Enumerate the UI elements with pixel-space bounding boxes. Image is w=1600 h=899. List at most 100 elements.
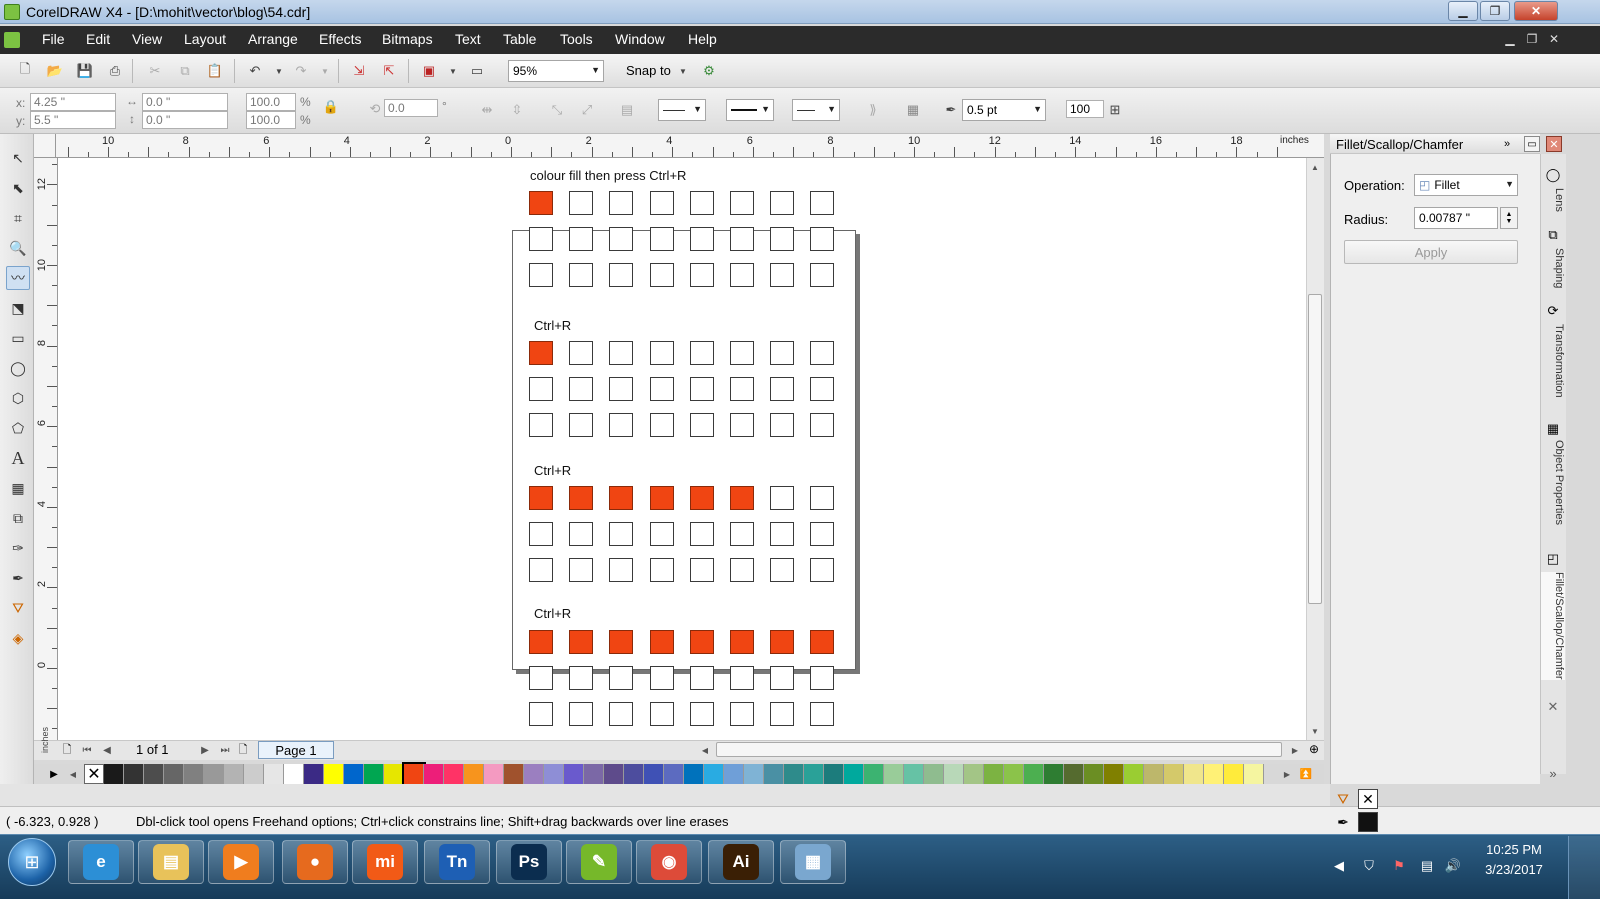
table-tool-icon[interactable]: ▦ [6,476,30,500]
scale-width-field[interactable]: 100.0 [246,93,296,111]
mirror-horizontal-icon[interactable]: ⇹ [476,99,498,121]
text-wrap-icon[interactable]: ▦ [902,99,924,121]
outline-tool-icon[interactable]: ✒ [6,566,30,590]
menu-table[interactable]: Table [501,31,538,47]
taskbar-calculator-button[interactable]: ▦ [780,840,846,884]
grid-square[interactable] [649,227,674,251]
doc-minimize-icon[interactable]: ▁ [1502,31,1518,47]
ruler-origin[interactable] [34,134,56,158]
grid-square[interactable] [609,522,634,546]
grid-square[interactable] [810,522,835,546]
zoom-level-combo[interactable]: 95% ▼ [508,60,604,82]
mirror-vertical-icon[interactable]: ⇳ [506,99,528,121]
grid-square[interactable] [770,263,795,287]
palette-swatch[interactable] [604,764,624,784]
grid-square[interactable] [609,341,634,365]
palette-swatch[interactable] [904,764,924,784]
crop-tool-icon[interactable]: ⌗ [6,206,30,230]
palette-swatch[interactable] [1224,764,1244,784]
palette-swatch[interactable] [964,764,984,784]
grid-square[interactable] [810,666,835,690]
basic-shapes-tool-icon[interactable]: ⬠ [6,416,30,440]
navigator-zoom-icon[interactable]: ⊕ [1306,741,1322,757]
scale-height-field[interactable]: 100.0 [246,111,296,129]
taskbar-chrome-button[interactable]: ◉ [636,840,702,884]
docker-minimize-icon[interactable]: ▭ [1524,136,1540,152]
grid-square[interactable] [730,702,754,726]
docker-tab-object-properties[interactable]: Object Properties [1541,440,1565,525]
grid-square[interactable] [569,522,594,546]
grid-square[interactable] [529,522,553,546]
grid-square[interactable] [770,191,795,215]
grid-square[interactable] [569,666,594,690]
palette-scroll-left-icon[interactable]: ◀ [66,766,80,782]
redo-dropdown-icon[interactable]: ▼ [314,60,336,82]
palette-swatch[interactable] [264,764,284,784]
grid-square[interactable] [730,666,754,690]
grid-square[interactable] [529,227,553,251]
palette-swatch[interactable] [1004,764,1024,784]
grid-square[interactable] [529,666,553,690]
menu-effects[interactable]: Effects [317,31,364,47]
palette-swatch[interactable] [144,764,164,784]
fillet-tab-icon[interactable]: ◰ [1544,550,1562,568]
grid-square[interactable] [529,486,553,510]
scroll-right-icon[interactable]: ▶ [1288,742,1302,758]
grid-square[interactable] [529,341,553,365]
start-button[interactable]: ⊞ [8,838,56,886]
palette-swatch[interactable] [624,764,644,784]
add-page-before-icon[interactable]: 🗋 [60,742,74,758]
palette-swatch[interactable] [1144,764,1164,784]
no-color-swatch[interactable]: ✕ [84,764,104,784]
palette-swatch[interactable] [324,764,344,784]
clock-time[interactable]: 10:25 PM [1474,842,1554,857]
palette-swatch[interactable] [524,764,544,784]
menu-help[interactable]: Help [686,31,719,47]
lock-ratio-icon[interactable]: 🔒 [320,96,342,118]
grid-square[interactable] [649,413,674,437]
shaping-tab-icon[interactable]: ⧉ [1544,226,1562,244]
menu-text[interactable]: Text [453,31,483,47]
scroll-left-icon[interactable]: ◀ [698,742,712,758]
palette-swatch[interactable] [104,764,124,784]
previous-page-icon[interactable]: ◀ [100,742,114,758]
grid-square[interactable] [609,666,634,690]
palette-swatch[interactable] [784,764,804,784]
snap-to-label[interactable]: Snap to [626,63,671,78]
docker-scroll-icon[interactable]: » [1544,764,1562,782]
grid-square[interactable] [609,486,634,510]
palette-swatch[interactable] [1124,764,1144,784]
palette-swatch[interactable] [464,764,484,784]
menu-bitmaps[interactable]: Bitmaps [380,31,435,47]
docker-expand-icon[interactable]: » [1500,137,1514,151]
grid-square[interactable] [569,413,594,437]
object-height-field[interactable]: 0.0 " [142,111,228,129]
drawing-page[interactable] [512,230,856,670]
grid-square[interactable] [569,341,594,365]
taskbar-file-explorer-button[interactable]: ▤ [138,840,204,884]
palette-swatch[interactable] [844,764,864,784]
grid-square[interactable] [529,558,553,582]
palette-expand-icon[interactable]: ⏫ [1298,766,1314,782]
taskbar-firefox-button[interactable]: ● [282,840,348,884]
palette-swatch[interactable] [744,764,764,784]
palette-scroll-right-icon[interactable]: ▶ [1280,766,1294,782]
outline-width-combo[interactable]: 0.5 pt ▼ [962,99,1046,121]
page-tab[interactable]: Page 1 [258,741,334,759]
grid-square[interactable] [730,558,754,582]
grid-square[interactable] [609,558,634,582]
grid-square[interactable] [770,666,795,690]
palette-swatch[interactable] [224,764,244,784]
fill-color-none-swatch[interactable]: ✕ [1358,789,1378,809]
snap-to-dropdown-icon[interactable]: ▼ [672,60,694,82]
grid-square[interactable] [810,702,835,726]
grid-square[interactable] [730,413,754,437]
grid-square[interactable] [529,377,553,401]
y-position-field[interactable]: 5.5 " [30,111,116,129]
palette-swatch[interactable] [944,764,964,784]
palette-swatch[interactable] [1244,764,1264,784]
grid-square[interactable] [569,630,594,654]
grid-square[interactable] [569,377,594,401]
coreldraw-app-icon[interactable] [4,4,20,20]
grid-square[interactable] [649,341,674,365]
